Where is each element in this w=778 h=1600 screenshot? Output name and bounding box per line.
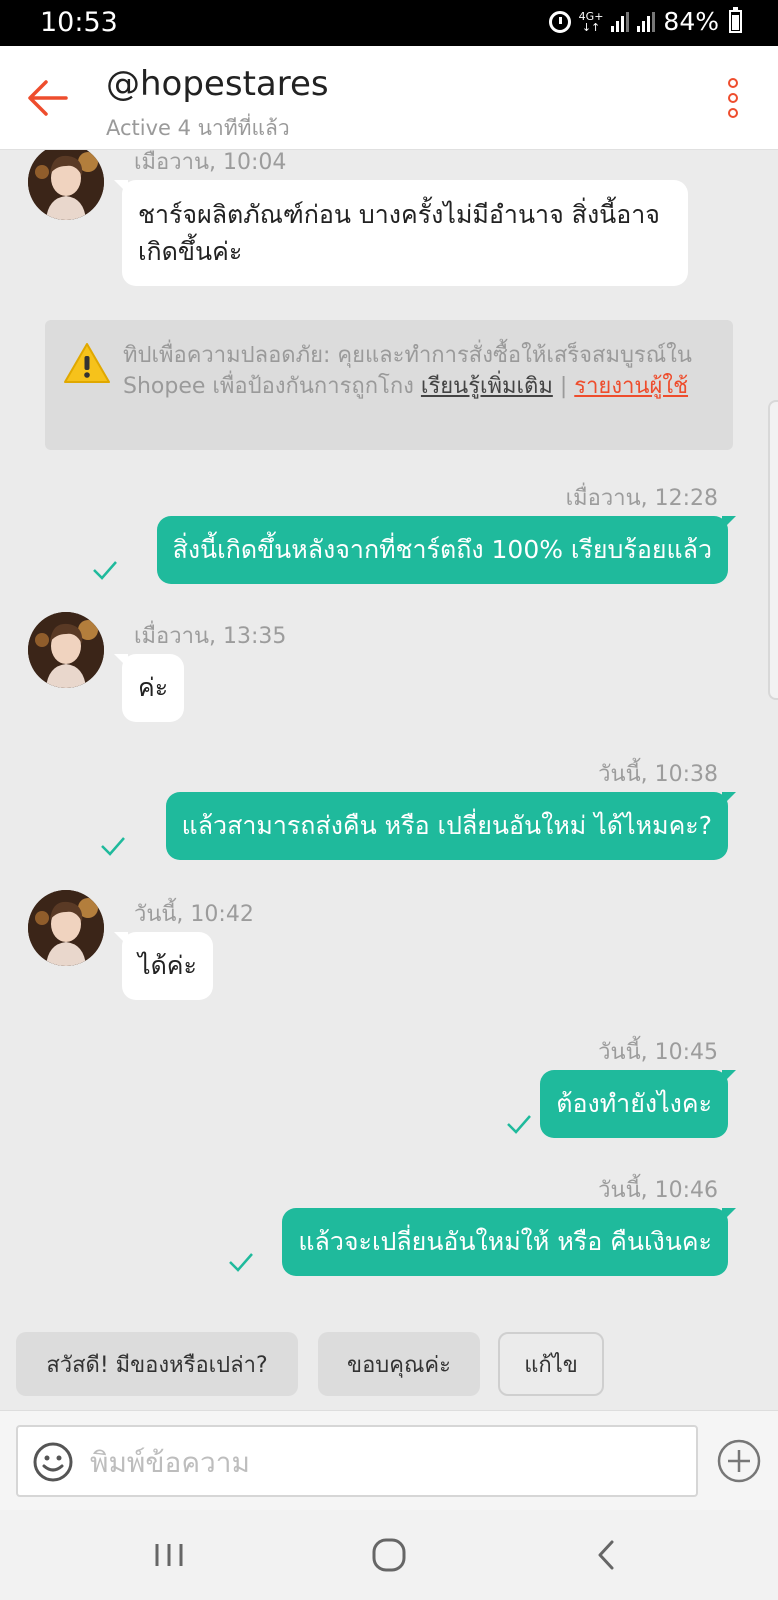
outgoing-message[interactable]: สิ่งนี้เกิดขึ้นหลังจากที่ชาร์ตถึง 100% เ… (156, 516, 737, 584)
read-check-icon (92, 560, 118, 580)
message-text: ได้ค่ะ (138, 951, 197, 980)
report-user-link[interactable]: รายงานผู้ใช้ (574, 374, 688, 399)
system-nav-bar (0, 1510, 778, 1600)
message-text: แล้วสามารถส่งคืน หรือ เปลี่ยนอันใหม่ ได้… (181, 811, 712, 840)
active-status: Active 4 นาทีที่แล้ว (106, 116, 290, 140)
network-type-icon: 4G+ ↓↑ (578, 9, 604, 34)
message-text: แล้วจะเปลี่ยนอันใหม่ให้ หรือ คืนเงินคะ (298, 1227, 712, 1256)
safety-tip-text: ทิปเพื่อความปลอดภัย: คุยและทำการสั่งซื้อ… (123, 340, 693, 402)
emoji-icon[interactable] (32, 1441, 74, 1483)
safety-tip-banner: ทิปเพื่อความปลอดภัย: คุยและทำการสั่งซื้อ… (45, 320, 733, 450)
alarm-icon (548, 10, 571, 33)
incoming-message[interactable]: ชาร์จผลิตภัณฑ์ก่อน บางครั้งไม่มีอำนาจ สิ… (114, 180, 688, 286)
message-input[interactable] (90, 1437, 680, 1487)
back-nav-icon[interactable] (584, 1532, 630, 1578)
signal-icon-2 (637, 11, 656, 32)
signal-icon (611, 11, 630, 32)
composer (0, 1410, 778, 1510)
avatar[interactable] (28, 150, 104, 220)
message-timestamp: วันนี้, 10:42 (134, 902, 254, 927)
outgoing-message[interactable]: แล้วสามารถส่งคืน หรือ เปลี่ยนอันใหม่ ได้… (165, 792, 737, 860)
message-list[interactable]: เมื่อวาน, 10:04 ชาร์จผลิตภัณฑ์ก่อน บางคร… (0, 150, 778, 1410)
read-check-icon (506, 1114, 532, 1134)
message-timestamp: เมื่อวาน, 13:35 (134, 624, 287, 649)
arrow-left-icon[interactable] (24, 74, 72, 122)
tip-separator: | (559, 374, 568, 399)
avatar[interactable] (28, 612, 104, 688)
message-timestamp: วันนี้, 10:45 (598, 1040, 718, 1065)
message-timestamp: เมื่อวาน, 10:04 (134, 150, 287, 175)
message-timestamp: วันนี้, 10:38 (598, 762, 718, 787)
read-check-icon (228, 1252, 254, 1272)
more-vertical-icon[interactable] (726, 78, 740, 118)
message-text: ค่ะ (138, 673, 169, 702)
message-timestamp: เมื่อวาน, 12:28 (565, 486, 718, 511)
outgoing-message[interactable]: ต้องทำยังไงคะ (540, 1070, 736, 1138)
plus-circle-icon[interactable] (716, 1438, 762, 1484)
message-text: ต้องทำยังไงคะ (556, 1089, 712, 1118)
message-timestamp: วันนี้, 10:46 (598, 1178, 718, 1203)
quick-replies: สวัสดี! มีของหรือเปล่า? ขอบคุณค่ะ แก้ไข (0, 1320, 778, 1410)
outgoing-message[interactable]: แล้วจะเปลี่ยนอันใหม่ให้ หรือ คืนเงินคะ (282, 1208, 736, 1276)
warning-icon (63, 342, 111, 384)
network-type-label: 4G+ (578, 9, 604, 23)
message-text: สิ่งนี้เกิดขึ้นหลังจากที่ชาร์ตถึง 100% เ… (172, 535, 712, 564)
incoming-message[interactable]: ค่ะ (113, 654, 185, 722)
quick-reply-greeting[interactable]: สวัสดี! มีของหรือเปล่า? (16, 1332, 298, 1396)
chat-header: @hopestares Active 4 นาทีที่แล้ว (0, 46, 778, 150)
chat-title: @hopestares (106, 64, 329, 104)
quick-reply-edit[interactable]: แก้ไข (498, 1332, 604, 1396)
battery-icon (729, 7, 742, 33)
read-check-icon (100, 836, 126, 856)
scroll-indicator[interactable] (768, 400, 778, 700)
avatar[interactable] (28, 890, 104, 966)
status-icons: 4G+ ↓↑ 84% (548, 7, 742, 36)
battery-percent: 84% (663, 7, 719, 36)
message-input-box (16, 1425, 698, 1497)
message-text: ชาร์จผลิตภัณฑ์ก่อน บางครั้งไม่มีอำนาจ สิ… (138, 200, 660, 266)
learn-more-link[interactable]: เรียนรู้เพิ่มเติม (421, 374, 553, 399)
home-icon[interactable] (366, 1532, 412, 1578)
incoming-message[interactable]: ได้ค่ะ (114, 932, 213, 1000)
quick-reply-thanks[interactable]: ขอบคุณค่ะ (318, 1332, 480, 1396)
status-bar: 10:53 4G+ ↓↑ 84% (0, 0, 778, 46)
recent-apps-icon[interactable] (146, 1532, 192, 1578)
status-time: 10:53 (40, 7, 118, 38)
